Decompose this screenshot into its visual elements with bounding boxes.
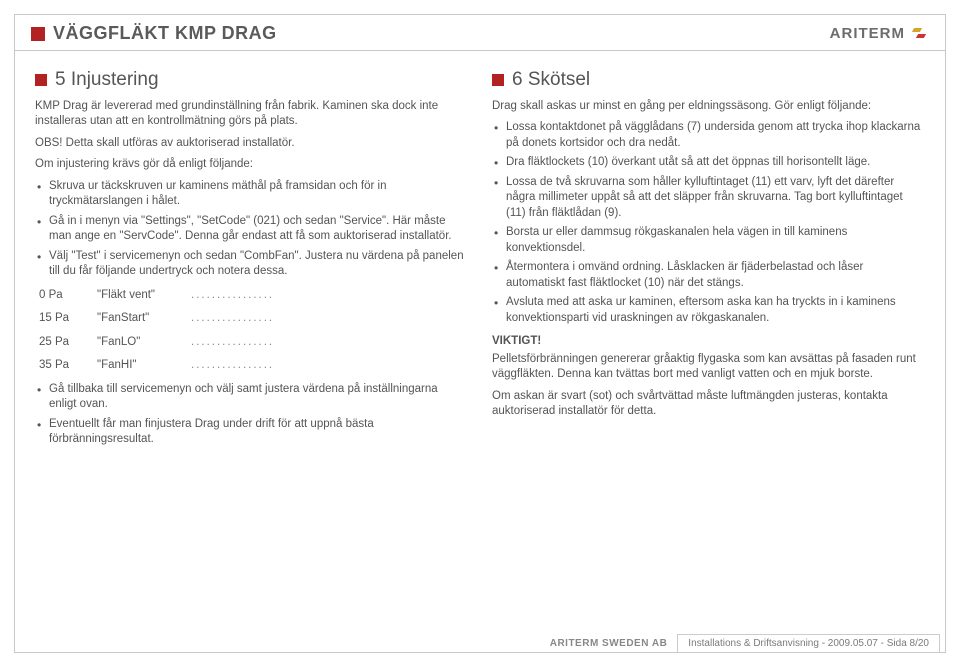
para: Drag skall askas ur minst en gång per el… xyxy=(492,99,925,115)
bullet-list: Skruva ur täckskruven ur kaminens mäthål… xyxy=(35,179,468,280)
dots: ................ xyxy=(191,358,281,374)
important-heading: VIKTIGT! xyxy=(492,334,925,350)
list-item: Gå in i menyn via "Settings", "SetCode" … xyxy=(35,214,468,245)
pa-label: "FanStart" xyxy=(97,311,177,327)
brand-name: ARITERM xyxy=(830,25,905,42)
list-item: Lossa de två skruvarna som håller kylluf… xyxy=(492,175,925,222)
section-head-6: 6 Skötsel xyxy=(492,67,925,93)
list-item: Återmontera i omvänd ordning. Låsklacken… xyxy=(492,260,925,291)
para: KMP Drag är levererad med grundinställni… xyxy=(35,99,468,130)
left-column: 5 Injustering KMP Drag är levererad med … xyxy=(35,67,468,456)
pa-label: "FanLO" xyxy=(97,335,177,351)
section-title-6: 6 Skötsel xyxy=(512,67,590,93)
brand-mark-icon xyxy=(911,26,929,42)
header-divider xyxy=(15,50,945,51)
right-column: 6 Skötsel Drag skall askas ur minst en g… xyxy=(492,67,925,456)
footer-brand: ARITERM SWEDEN AB xyxy=(550,638,668,649)
list-item: Borsta ur eller dammsug rökgaskanalen he… xyxy=(492,225,925,256)
bullet-list: Lossa kontaktdonet på vägglådans (7) und… xyxy=(492,120,925,326)
pa-label: "Fläkt vent" xyxy=(97,288,177,304)
header-title-group: VÄGGFLÄKT KMP DRAG xyxy=(31,23,277,44)
list-item: Skruva ur täckskruven ur kaminens mäthål… xyxy=(35,179,468,210)
list-item: Välj "Test" i servicemenyn och sedan "Co… xyxy=(35,249,468,280)
section-title-5: 5 Injustering xyxy=(55,67,159,93)
bullet-list: Gå tillbaka till servicemenyn och välj s… xyxy=(35,382,468,448)
list-item: Gå tillbaka till servicemenyn och välj s… xyxy=(35,382,468,413)
dots: ................ xyxy=(191,311,281,327)
brand-logo: ARITERM xyxy=(830,25,929,42)
table-row: 15 Pa "FanStart" ................ xyxy=(39,311,468,327)
list-item: Lossa kontaktdonet på vägglådans (7) und… xyxy=(492,120,925,151)
doc-title: VÄGGFLÄKT KMP DRAG xyxy=(53,23,277,44)
table-row: 0 Pa "Fläkt vent" ................ xyxy=(39,288,468,304)
pa-value: 0 Pa xyxy=(39,288,83,304)
list-item: Avsluta med att aska ur kaminen, efterso… xyxy=(492,295,925,326)
pa-value: 35 Pa xyxy=(39,358,83,374)
page-header: VÄGGFLÄKT KMP DRAG ARITERM xyxy=(15,15,945,50)
section-square-icon xyxy=(492,74,504,86)
para: Pelletsförbränningen genererar gråaktig … xyxy=(492,352,925,383)
content-columns: 5 Injustering KMP Drag är levererad med … xyxy=(15,61,945,456)
pa-value: 15 Pa xyxy=(39,311,83,327)
page-footer: ARITERM SWEDEN AB Installations & Drifts… xyxy=(14,634,946,653)
table-row: 35 Pa "FanHI" ................ xyxy=(39,358,468,374)
pa-label: "FanHI" xyxy=(97,358,177,374)
footer-info: Installations & Driftsanvisning - 2009.0… xyxy=(677,634,940,653)
pa-value: 25 Pa xyxy=(39,335,83,351)
header-square-icon xyxy=(31,27,45,41)
dots: ................ xyxy=(191,335,281,351)
dots: ................ xyxy=(191,288,281,304)
section-head-5: 5 Injustering xyxy=(35,67,468,93)
para: OBS! Detta skall utföras av auktoriserad… xyxy=(35,136,468,152)
para: Om injustering krävs gör då enligt följa… xyxy=(35,157,468,173)
para: Om askan är svart (sot) och svårtvättad … xyxy=(492,389,925,420)
section-square-icon xyxy=(35,74,47,86)
list-item: Eventuellt får man finjustera Drag under… xyxy=(35,417,468,448)
table-row: 25 Pa "FanLO" ................ xyxy=(39,335,468,351)
page-frame: VÄGGFLÄKT KMP DRAG ARITERM 5 Injustering… xyxy=(14,14,946,653)
list-item: Dra fläktlockets (10) överkant utåt så a… xyxy=(492,155,925,171)
value-table: 0 Pa "Fläkt vent" ................ 15 Pa… xyxy=(39,288,468,374)
